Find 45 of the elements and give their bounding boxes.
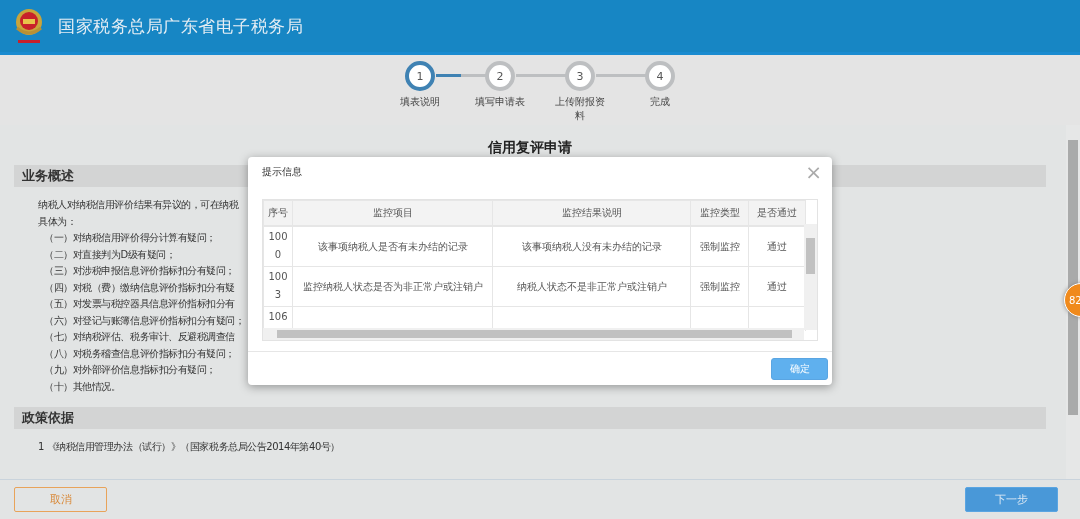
column-header: 监控结果说明 [492,200,691,226]
step-number: 1 [405,61,435,91]
column-header: 监控项目 [292,200,493,226]
table-cell: 强制监控 [690,266,749,307]
cancel-button[interactable]: 取消 [14,487,107,512]
step-label: 填写申请表 [474,95,526,109]
step-number: 2 [485,61,515,91]
step-label: 完成 [649,95,671,109]
step-label: 填表说明 [399,95,441,109]
table-cell: 纳税人状态不是非正常户或注销户 [492,266,691,307]
table-cell: 强制监控 [690,226,749,267]
list-item-text: （九）对外部评价信息指标扣分有疑问； [44,363,216,377]
list-item-text: （三）对涉税申报信息评价指标扣分有疑问； [44,264,235,278]
list-item-text: （八）对税务稽查信息评价指标扣分有疑问； [44,346,235,361]
table-cell: 1003 [263,266,293,307]
paragraph-text: 具体为： [38,214,77,229]
table-cell: 该事项纳税人是否有未办结的记录 [292,226,493,267]
dialog-title: 提示信息 [262,165,302,179]
table-cell: 该事项纳税人没有未办结的记录 [492,226,691,267]
list-item-text: （二）对直接判为D级有疑问； [44,247,176,262]
vertical-scrollbar[interactable] [804,224,817,330]
paragraph-text: 1 《纳税信用管理办法（试行）》（国家税务总局公告2014年第40号） [38,440,340,454]
site-title: 国家税务总局广东省电子税务局 [58,14,303,38]
list-item-text: （四）对税（费）缴纳信息评价指标扣分有疑 [44,280,235,295]
list-item-text: （一）对纳税信用评价得分计算有疑问； [44,231,216,245]
section-heading: 政策依据 [14,407,1046,429]
column-header: 序号 [263,200,293,226]
list-item-text: （七）对纳税评估、税务审计、反避税调查信 [44,330,235,344]
step-number: 4 [645,61,675,91]
list-item-text: （六）对登记与账簿信息评价指标扣分有疑问； [44,313,245,328]
column-header: 监控类型 [690,200,749,226]
paragraph-text: 纳税人对纳税信用评价结果有异议的，可在纳税 [38,198,239,212]
step-label: 上传附报资料 [554,95,606,123]
close-button[interactable]: × [801,162,826,182]
table-cell: 监控纳税人状态是否为非正常户或注销户 [292,266,493,307]
scrollbar[interactable] [1066,125,1080,479]
horizontal-scrollbar[interactable] [263,328,804,340]
table-cell: 1000 [263,226,293,267]
list-item-text: （五）对发票与税控器具信息评价指标扣分有 [44,297,235,311]
list-item-text: （十）其他情况。 [44,379,121,394]
confirm-button[interactable]: 确定 [771,357,828,380]
page-title: 信用复评申请 [487,139,573,157]
column-header: 是否通过 [748,200,806,226]
next-step-button[interactable]: 下一步 [965,487,1058,512]
step-number: 3 [565,61,595,91]
